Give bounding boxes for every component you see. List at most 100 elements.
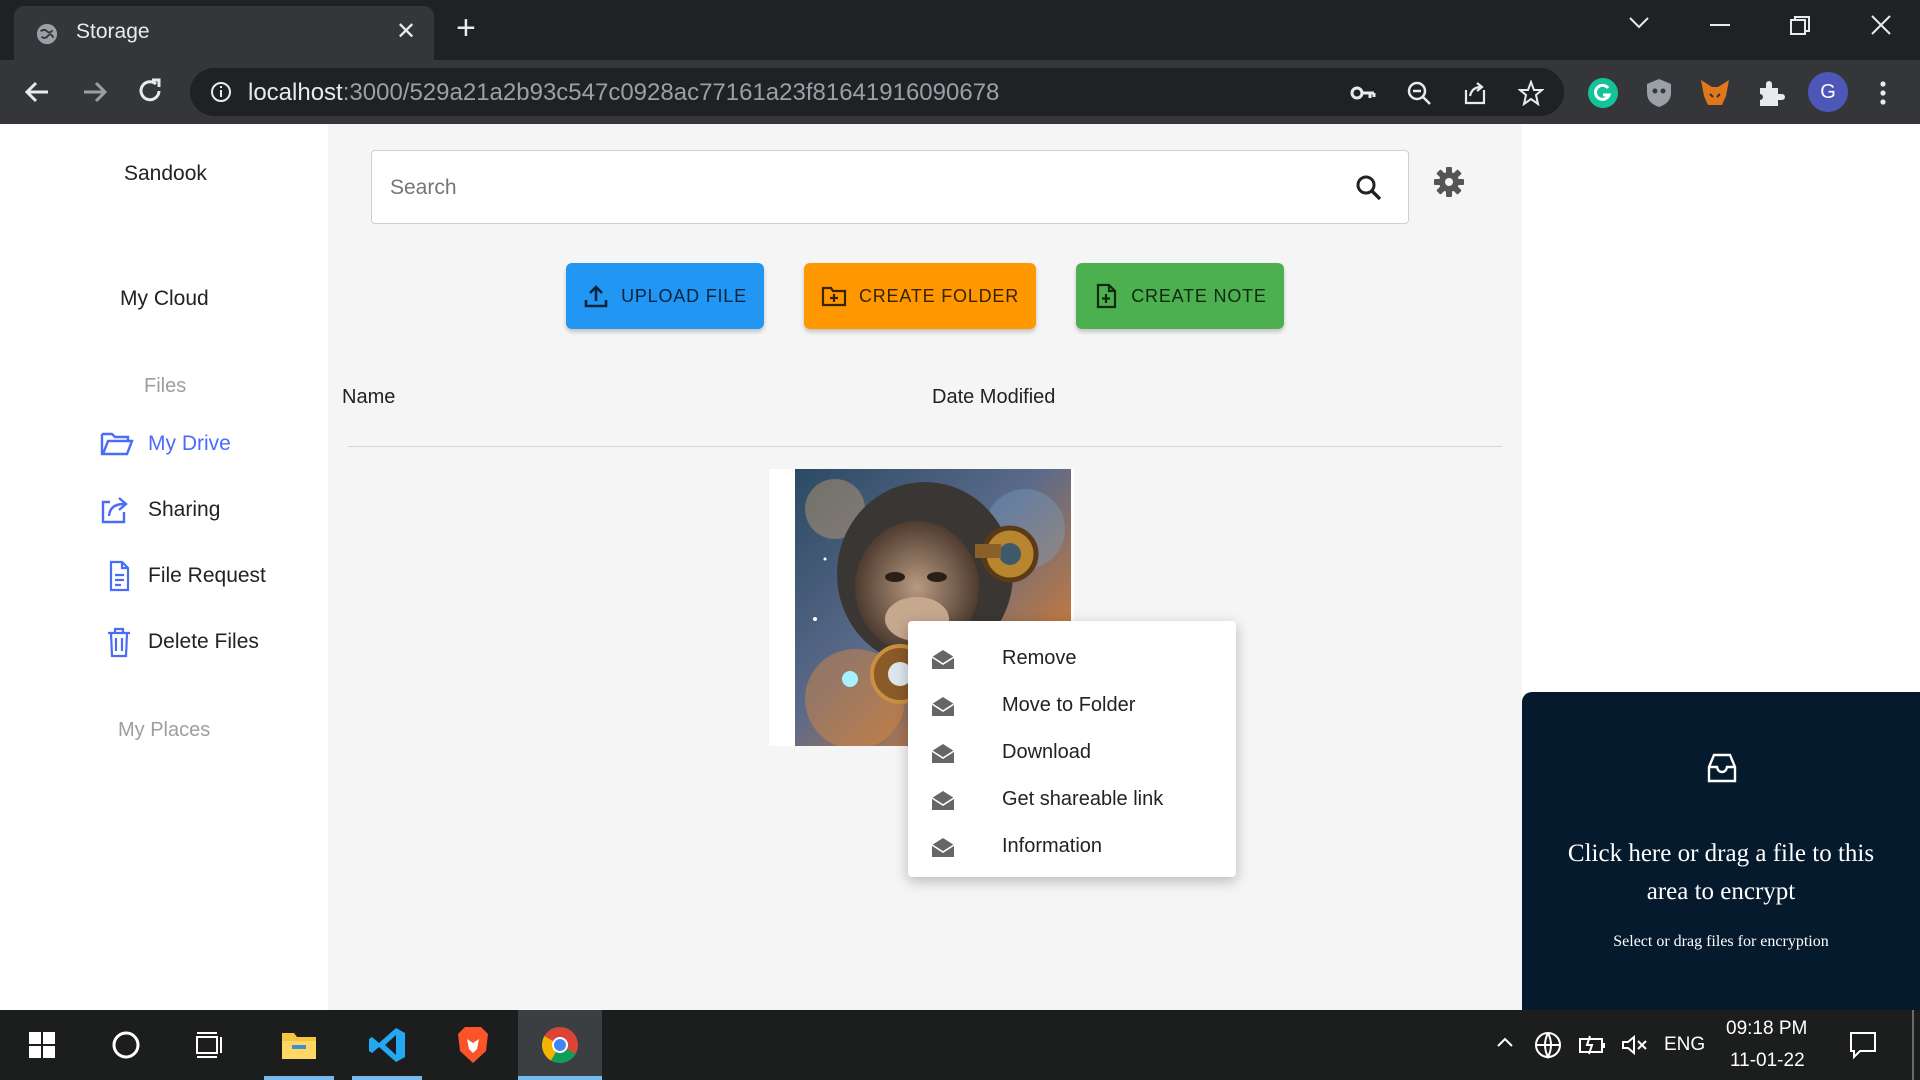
browser-toolbar: localhost:3000/529a21a2b93c547c0928ac771… (0, 60, 1920, 124)
close-window-icon[interactable] (1870, 14, 1892, 36)
sidebar-item-label: Sharing (148, 498, 221, 521)
context-menu-item-remove[interactable]: Remove (908, 635, 1236, 682)
metamask-fox-icon[interactable] (1698, 76, 1732, 110)
context-menu-label: Move to Folder (1002, 694, 1136, 716)
my-places-label[interactable]: My Places (118, 719, 210, 742)
context-menu-label: Remove (1002, 647, 1077, 669)
header-divider (348, 446, 1502, 447)
sidebar: Sandook My Cloud Files My Drive Sharing … (0, 124, 328, 1010)
clock-time[interactable]: 09:18 PM (1726, 1018, 1807, 1040)
context-menu-label: Information (1002, 835, 1103, 857)
share-icon (101, 497, 128, 524)
envelope-open-icon (931, 649, 955, 669)
restore-icon[interactable] (1790, 16, 1810, 36)
dropzone-title: Click here or drag a file to this area t… (1567, 840, 1875, 905)
reload-icon[interactable] (132, 74, 168, 110)
notifications-icon[interactable] (1848, 1030, 1878, 1060)
settings-gear-icon[interactable] (1433, 166, 1465, 198)
bookmark-star-icon[interactable] (1518, 80, 1544, 106)
context-menu-item-information[interactable]: Information (908, 823, 1236, 870)
sidebar-item-label: Delete Files (148, 630, 259, 653)
taskbar-file-explorer[interactable] (264, 1010, 334, 1080)
zoom-out-icon[interactable] (1406, 80, 1432, 106)
context-menu-item-get-shareable-link[interactable]: Get shareable link (908, 776, 1236, 823)
create-folder-button[interactable]: CREATE FOLDER (804, 263, 1036, 329)
cortana-circle-icon (112, 1031, 140, 1059)
language-indicator[interactable]: ENG (1664, 1034, 1705, 1056)
network-globe-icon[interactable] (1534, 1031, 1562, 1059)
upload-file-button[interactable]: UPLOAD FILE (566, 263, 764, 329)
address-bar[interactable]: localhost:3000/529a21a2b93c547c0928ac771… (190, 68, 1564, 116)
context-menu-item-move-to-folder[interactable]: Move to Folder (908, 682, 1236, 729)
taskbar-vscode[interactable] (352, 1010, 422, 1080)
key-icon[interactable] (1350, 80, 1376, 106)
profile-avatar[interactable]: G (1808, 72, 1848, 112)
site-info-icon[interactable] (210, 81, 232, 103)
brand-name: Sandook (124, 162, 207, 185)
envelope-open-icon (931, 790, 955, 810)
folder-open-icon (100, 432, 134, 456)
tab-title: Storage (76, 20, 150, 43)
share-page-icon[interactable] (1462, 80, 1488, 106)
globe-icon (36, 23, 58, 45)
new-tab-button[interactable]: + (456, 10, 476, 46)
sidebar-item-delete-files[interactable]: Delete Files (100, 624, 259, 660)
sidebar-item-sharing[interactable]: Sharing (100, 492, 220, 528)
task-view-button[interactable] (176, 1010, 244, 1080)
tab-search-icon[interactable] (1628, 16, 1650, 30)
dropzone-subtitle: Select or drag files for encryption (1613, 933, 1829, 950)
task-view-icon (196, 1032, 222, 1058)
column-header-date-modified[interactable]: Date Modified (932, 386, 1055, 409)
files-section-label: Files (144, 375, 187, 397)
search-box[interactable] (371, 150, 1409, 224)
column-header-name[interactable]: Name (342, 386, 395, 409)
envelope-open-icon (931, 696, 955, 716)
more-menu-icon[interactable] (1866, 76, 1900, 110)
context-menu-item-download[interactable]: Download (908, 729, 1236, 776)
create-folder-label: CREATE FOLDER (858, 285, 1020, 306)
context-menu-label: Get shareable link (1002, 788, 1164, 810)
close-tab-icon[interactable]: ✕ (396, 20, 416, 44)
sidebar-item-file-request[interactable]: File Request (100, 558, 266, 594)
inbox-icon (1707, 753, 1737, 783)
folder-plus-icon (821, 286, 847, 307)
grammarly-icon[interactable] (1586, 76, 1620, 110)
back-icon[interactable] (20, 74, 56, 110)
minimize-icon[interactable] (1710, 24, 1730, 26)
context-menu: Remove Move to Folder Download Get share… (908, 621, 1236, 877)
taskbar-chrome[interactable] (518, 1010, 602, 1080)
my-cloud-heading[interactable]: My Cloud (120, 287, 209, 311)
sidebar-item-label: My Drive (148, 432, 231, 455)
windows-taskbar: ENG 09:18 PM 11-01-22 (0, 1010, 1920, 1080)
clock-date[interactable]: 11-01-22 (1730, 1050, 1805, 1072)
search-icon[interactable] (1354, 173, 1384, 203)
envelope-open-icon (931, 743, 955, 763)
chrome-icon (541, 1027, 578, 1064)
upload-icon (584, 285, 608, 308)
windows-logo-icon (29, 1032, 55, 1058)
encrypt-dropzone[interactable]: Click here or drag a file to this area t… (1522, 692, 1920, 1010)
volume-muted-icon[interactable] (1620, 1033, 1648, 1057)
note-plus-icon (1097, 283, 1117, 309)
browser-tab-strip: Storage ✕ + (0, 0, 1920, 60)
start-button[interactable] (0, 1010, 84, 1080)
forward-icon[interactable] (76, 74, 112, 110)
search-input[interactable] (390, 171, 1290, 205)
browser-tab[interactable]: Storage ✕ (14, 6, 434, 60)
show-desktop-strip[interactable] (1912, 1010, 1914, 1080)
extensions-puzzle-icon[interactable] (1754, 76, 1788, 110)
battery-icon[interactable] (1578, 1033, 1608, 1057)
file-text-icon (109, 560, 130, 592)
extension-shield-icon[interactable] (1642, 76, 1676, 110)
search-cortana-button[interactable] (92, 1010, 160, 1080)
create-note-button[interactable]: CREATE NOTE (1076, 263, 1284, 329)
upload-file-label: UPLOAD FILE (621, 285, 747, 306)
chevron-up-icon[interactable] (1496, 1036, 1514, 1048)
create-note-label: CREATE NOTE (1131, 285, 1267, 306)
sidebar-item-my-drive[interactable]: My Drive (100, 426, 231, 462)
url-host: localhost (248, 79, 343, 106)
taskbar-brave[interactable] (438, 1010, 508, 1080)
main-panel: UPLOAD FILE CREATE FOLDER CREATE NOTE Na… (328, 124, 1522, 1010)
active-app-indicator (352, 1076, 422, 1080)
file-explorer-icon (282, 1033, 316, 1059)
